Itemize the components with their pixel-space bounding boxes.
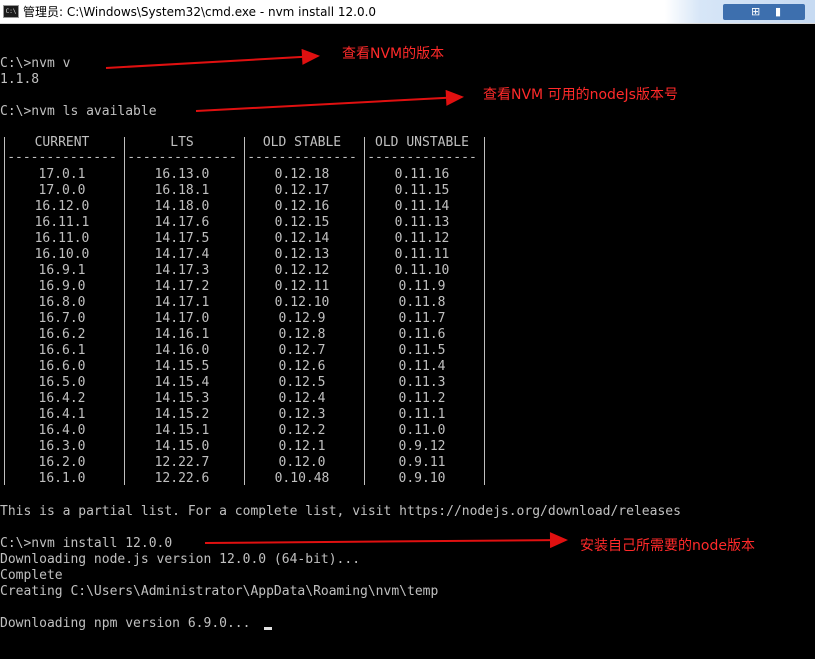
arrow-to-nvm-v	[105, 48, 320, 69]
annotation-check-nvm-version: 查看NVM的版本	[342, 46, 445, 62]
arrow-to-install	[204, 532, 568, 549]
annotation-check-available: 查看NVM 可用的nodeJs版本号	[483, 87, 678, 103]
arrow-to-ls-available	[195, 89, 464, 112]
annotation-install-needed: 安装自己所需要的node版本	[580, 538, 755, 554]
annotation-arrows	[105, 48, 568, 549]
